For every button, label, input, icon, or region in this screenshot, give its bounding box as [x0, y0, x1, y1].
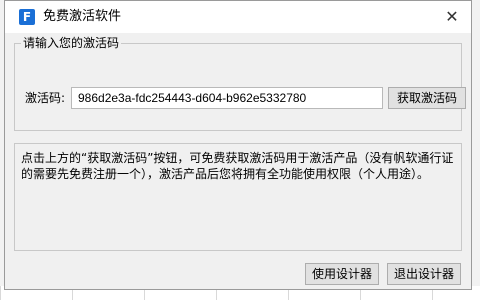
exit-designer-button[interactable]: 退出设计器: [387, 263, 461, 285]
info-panel: 点击上方的“获取激活码”按钮，可免费获取激活码用于激活产品（没有帆软通行证的需要…: [14, 143, 462, 251]
app-logo-icon: F: [19, 9, 35, 25]
get-activation-code-button[interactable]: 获取激活码: [388, 87, 466, 109]
title-bar: F 免费激活软件 ✕: [5, 1, 471, 33]
close-icon[interactable]: ✕: [441, 7, 463, 27]
activation-dialog: F 免费激活软件 ✕ 请输入您的激活码 激活码: 获取激活码 点击上方的“获取激…: [4, 0, 472, 290]
info-text: 点击上方的“获取激活码”按钮，可免费获取激活码用于激活产品（没有帆软通行证的需要…: [21, 151, 454, 181]
window-title: 免费激活软件: [43, 9, 122, 24]
use-designer-button[interactable]: 使用设计器: [305, 263, 379, 285]
activation-code-group: 请输入您的激活码 激活码: 获取激活码: [14, 35, 466, 131]
group-title: 请输入您的激活码: [21, 35, 122, 51]
activation-code-input[interactable]: [71, 87, 383, 109]
activation-code-label: 激活码:: [25, 91, 66, 105]
